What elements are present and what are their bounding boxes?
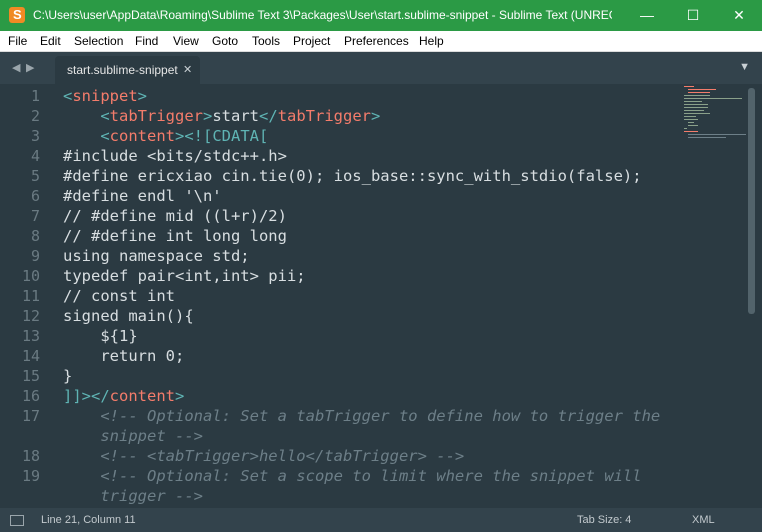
line-number-gutter: 1 2 3 4 5 6 7 8 9 10 11 12 13 14 15 16 1…: [0, 84, 48, 508]
panel-toggle-icon[interactable]: [10, 515, 24, 526]
menu-bar: File Edit Selection Find View Goto Tools…: [0, 31, 762, 52]
code-line: #define endl '\n': [63, 187, 222, 205]
maximize-button[interactable]: ☐: [670, 0, 716, 31]
code-line: typedef pair<int,int> pii;: [63, 267, 306, 285]
code-line: snippet -->: [63, 427, 203, 445]
code-line: // const int: [63, 287, 175, 305]
line-number: 1: [30, 87, 40, 105]
line-number: 6: [30, 187, 40, 205]
code-line: <!-- Optional: Set a scope to limit wher…: [63, 467, 642, 485]
code-line: ]]></content>: [63, 387, 185, 405]
line-number: 11: [21, 287, 40, 305]
code-line: #include <bits/stdc++.h>: [63, 147, 287, 165]
tab-prev-icon[interactable]: ◀: [12, 61, 20, 74]
code-line: <!-- Optional: Set a tabTrigger to defin…: [63, 407, 661, 425]
code-line: signed main(){: [63, 307, 194, 325]
line-number: 16: [21, 387, 40, 405]
line-number: 12: [21, 307, 40, 325]
menu-file[interactable]: File: [8, 31, 27, 51]
code-line: <!-- <tabTrigger>hello</tabTrigger> -->: [63, 447, 465, 465]
tab-start-snippet[interactable]: start.sublime-snippet ✕: [55, 56, 200, 84]
line-number: 10: [21, 267, 40, 285]
line-number: 4: [30, 147, 40, 165]
menu-find[interactable]: Find: [135, 31, 158, 51]
code-area[interactable]: <snippet> <tabTrigger>start</tabTrigger>…: [63, 84, 673, 508]
code-line: // #define int long long: [63, 227, 287, 245]
menu-view[interactable]: View: [173, 31, 199, 51]
tab-close-icon[interactable]: ✕: [183, 56, 192, 84]
menu-project[interactable]: Project: [293, 31, 330, 51]
menu-goto[interactable]: Goto: [212, 31, 238, 51]
editor-pane[interactable]: 1 2 3 4 5 6 7 8 9 10 11 12 13 14 15 16 1…: [0, 84, 762, 508]
syntax-mode[interactable]: XML: [692, 508, 715, 532]
code-line: using namespace std;: [63, 247, 250, 265]
menu-tools[interactable]: Tools: [252, 31, 280, 51]
tab-next-icon[interactable]: ▶: [26, 61, 34, 74]
title-bar: S C:\Users\user\AppData\Roaming\Sublime …: [0, 0, 762, 31]
line-number: 17: [21, 407, 40, 425]
cursor-position: Line 21, Column 11: [41, 514, 136, 526]
line-number: 14: [21, 347, 40, 365]
code-line: trigger -->: [63, 487, 203, 505]
line-number: 18: [21, 447, 40, 465]
tab-size[interactable]: Tab Size: 4: [577, 508, 631, 532]
vertical-scrollbar[interactable]: [748, 88, 755, 314]
code-line: #define ericxiao cin.tie(0); ios_base::s…: [63, 167, 642, 185]
code-line: <content><![CDATA[: [100, 127, 269, 145]
menu-preferences[interactable]: Preferences: [344, 31, 409, 51]
code-line: }: [63, 367, 73, 385]
line-number: 13: [21, 327, 40, 345]
code-line: <tabTrigger>start</tabTrigger>: [100, 107, 381, 125]
line-number: 9: [30, 247, 40, 265]
line-number: 3: [30, 127, 40, 145]
line-number: 15: [21, 367, 40, 385]
window-title: C:\Users\user\AppData\Roaming\Sublime Te…: [33, 8, 612, 22]
code-line: // #define mid ((l+r)/2): [63, 207, 287, 225]
close-button[interactable]: ✕: [716, 0, 762, 31]
sublime-text-icon: S: [9, 7, 25, 23]
line-number: 2: [30, 107, 40, 125]
tab-list-dropdown-icon[interactable]: ▼: [739, 61, 750, 73]
menu-help[interactable]: Help: [419, 31, 444, 51]
minimize-button[interactable]: —: [624, 0, 670, 31]
minimap[interactable]: [680, 84, 748, 139]
line-number: 19: [21, 467, 40, 485]
tab-bar: ◀ ▶ start.sublime-snippet ✕ ▼: [0, 52, 762, 84]
code-line: ${1}: [63, 327, 138, 345]
line-number: 7: [30, 207, 40, 225]
code-line: return 0;: [63, 347, 185, 365]
line-number: 8: [30, 227, 40, 245]
menu-edit[interactable]: Edit: [40, 31, 61, 51]
menu-selection[interactable]: Selection: [74, 31, 123, 51]
code-line: <snippet>: [63, 87, 148, 105]
status-bar: Line 21, Column 11 Tab Size: 4 XML: [0, 508, 762, 532]
tab-label: start.sublime-snippet: [67, 63, 178, 77]
line-number: 5: [30, 167, 40, 185]
